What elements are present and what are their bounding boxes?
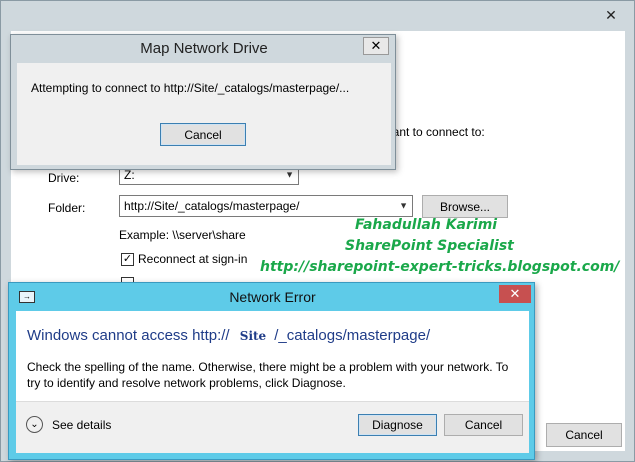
see-details-link[interactable]: See details [52, 418, 111, 432]
watermark-role: SharePoint Specialist [345, 238, 514, 254]
wizard-cancel-button[interactable]: Cancel [546, 423, 622, 447]
diagnose-button[interactable]: Diagnose [358, 414, 437, 436]
heading-suffix: /_catalogs/masterpage/ [274, 327, 431, 344]
folder-input[interactable]: http://Site/_catalogs/masterpage/ ▼ [119, 195, 413, 217]
close-icon[interactable]: ✕ [596, 5, 626, 25]
reconnect-label: Reconnect at sign-in [138, 252, 248, 266]
chevron-down-icon: ▼ [285, 169, 294, 180]
instruction-text: want to connect to: [384, 125, 485, 139]
map-network-drive-dialog: Map Network Drive ✕ Attempting to connec… [10, 34, 396, 170]
reconnect-checkbox[interactable]: ✓ [121, 253, 134, 266]
dialog-title: Map Network Drive [140, 40, 268, 57]
dialog-body: Attempting to connect to http://Site/_ca… [17, 63, 391, 165]
network-error-dialog: → Network Error ✕ Windows cannot access … [8, 282, 535, 460]
error-heading: Windows cannot access http:// Site /_cata… [27, 327, 430, 344]
folder-label: Folder: [48, 201, 86, 215]
cancel-button[interactable]: Cancel [444, 414, 523, 436]
example-text: Example: \\server\share [119, 228, 246, 242]
progress-message: Attempting to connect to http://Site/_ca… [31, 81, 350, 95]
watermark-url: http://sharepoint-expert-tricks.blogspot… [260, 259, 620, 275]
dialog-title: Network Error [229, 289, 316, 305]
folder-value: http://Site/_catalogs/masterpage/ [124, 199, 300, 213]
close-icon[interactable]: ✕ [499, 285, 531, 303]
error-message: Check the spelling of the name. Otherwis… [27, 360, 509, 390]
close-icon[interactable]: ✕ [363, 37, 389, 55]
heading-site: Site [239, 329, 267, 343]
watermark-name: Fahadullah Karimi [355, 217, 498, 233]
cancel-button[interactable]: Cancel [160, 123, 246, 146]
drive-label: Drive: [48, 171, 80, 185]
chevron-down-icon: ▼ [399, 200, 408, 211]
browse-button[interactable]: Browse... [422, 195, 508, 218]
heading-prefix: Windows cannot access http:// [27, 327, 230, 344]
chevron-down-icon[interactable]: ⌄ [26, 416, 43, 433]
error-footer: ⌄ See details Diagnose Cancel [16, 401, 529, 453]
drive-value: Z: [124, 168, 135, 182]
